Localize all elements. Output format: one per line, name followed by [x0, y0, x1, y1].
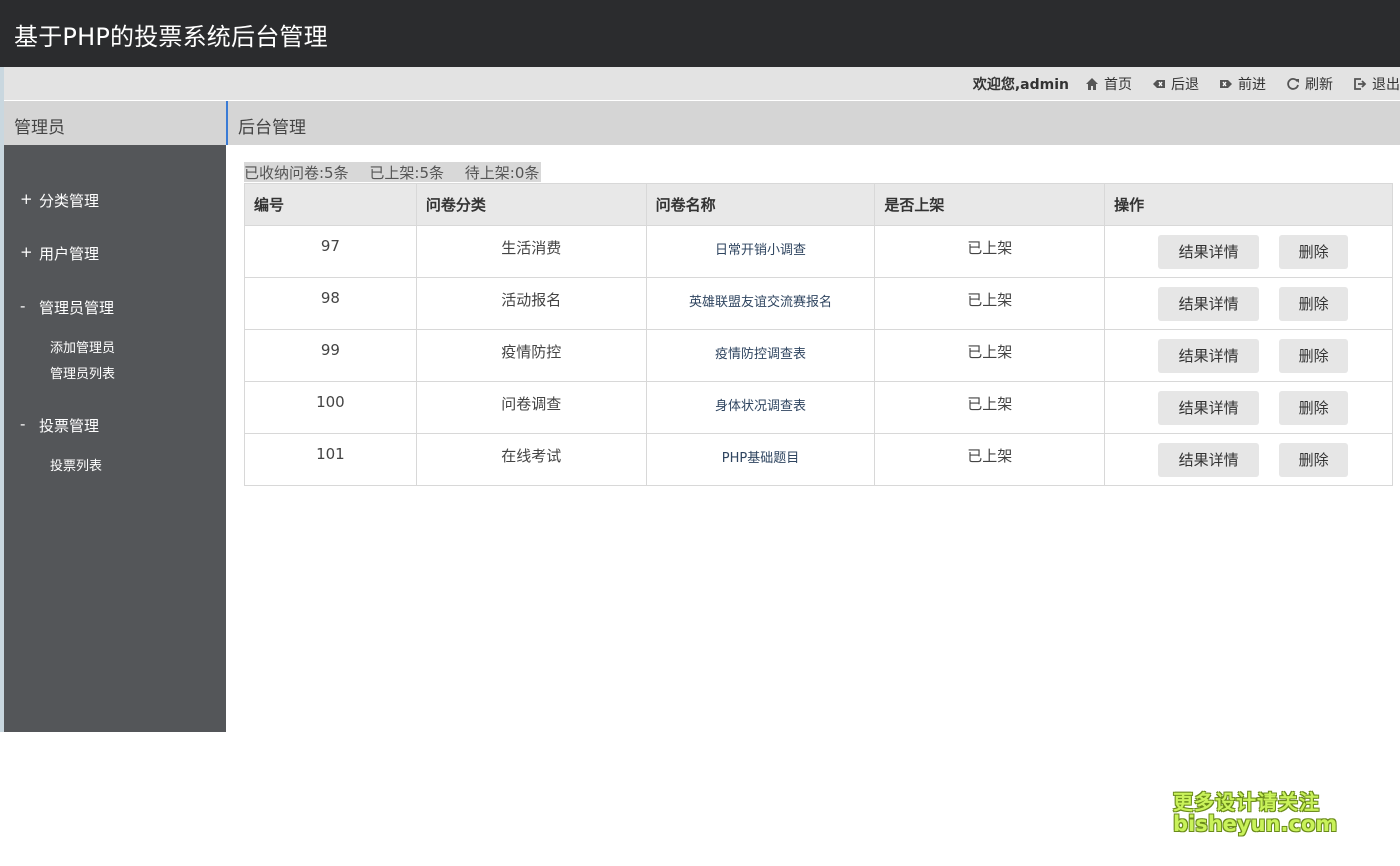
sidebar-heading: 管理员 — [14, 118, 65, 138]
cell-id: 101 — [244, 433, 417, 486]
back-icon — [1153, 79, 1165, 88]
column-header-actions: 操作 — [1104, 183, 1393, 226]
logout-link[interactable]: 退出 — [1353, 74, 1400, 94]
delete-button[interactable]: 删除 — [1279, 287, 1349, 321]
watermark-line1: 更多设计请关注 — [1173, 790, 1320, 814]
cell-category: 问卷调查 — [415, 381, 647, 434]
cell-id: 97 — [244, 225, 417, 278]
back-link-label: 后退 — [1171, 76, 1199, 93]
sidebar: + 分类管理 + 用户管理 - 管理员管理 添加管理员 管理员列表 - 投票管理… — [4, 145, 226, 732]
cell-actions: 结果详情 删除 — [1104, 329, 1393, 382]
cell-status: 已上架 — [874, 225, 1106, 278]
table-row: 98 活动报名 英雄联盟友谊交流赛报名 已上架 结果详情 删除 — [244, 277, 1393, 330]
expand-icon: + — [20, 243, 33, 261]
main-header: 后台管理 — [226, 101, 1400, 145]
sidebar-header: 管理员 — [4, 101, 226, 145]
sidebar-subitem-vote-list[interactable]: 投票列表 — [50, 455, 102, 474]
survey-table: 编号 问卷分类 问卷名称 是否上架 操作 97 生活消费 日常开销小调查 已上架… — [244, 183, 1393, 486]
collapse-icon: - — [20, 415, 26, 433]
sidebar-item-label: 用户管理 — [39, 245, 100, 263]
cell-category: 生活消费 — [415, 225, 647, 278]
result-detail-button[interactable]: 结果详情 — [1158, 339, 1260, 373]
cell-name: 日常开销小调查 — [645, 225, 876, 278]
cell-name: PHP基础题目 — [645, 433, 876, 486]
cell-id: 100 — [244, 381, 417, 434]
cell-name: 疫情防控调查表 — [645, 329, 876, 382]
logout-link-label: 退出 — [1372, 76, 1400, 93]
stat-published: 已上架:5条 — [369, 164, 444, 182]
cell-status: 已上架 — [874, 381, 1106, 434]
cell-actions: 结果详情 删除 — [1104, 381, 1393, 434]
forward-link-label: 前进 — [1238, 76, 1266, 93]
app-title: 基于PHP的投票系统后台管理 — [14, 23, 328, 51]
home-link[interactable]: 首页 — [1085, 74, 1132, 94]
watermark: 更多设计请关注 bisheyun.com — [1173, 791, 1337, 836]
table-header-row: 编号 问卷分类 问卷名称 是否上架 操作 — [244, 183, 1393, 226]
result-detail-button[interactable]: 结果详情 — [1158, 443, 1260, 477]
expand-icon: + — [20, 190, 33, 208]
back-link[interactable]: 后退 — [1152, 74, 1199, 94]
column-header-name: 问卷名称 — [645, 183, 876, 226]
stats-bar: 已收纳问卷:5条 已上架:5条 待上架:0条 — [244, 162, 542, 182]
welcome-text: 欢迎您,admin — [972, 76, 1069, 93]
forward-icon — [1220, 79, 1232, 88]
sidebar-item-category[interactable]: + 分类管理 — [20, 190, 99, 211]
table-row: 100 问卷调查 身体状况调查表 已上架 结果详情 删除 — [244, 381, 1393, 434]
stat-pending: 待上架:0条 — [464, 164, 540, 182]
column-header-id: 编号 — [244, 183, 417, 226]
refresh-link[interactable]: 刷新 — [1286, 74, 1333, 94]
table-row: 97 生活消费 日常开销小调查 已上架 结果详情 删除 — [244, 225, 1393, 278]
delete-button[interactable]: 删除 — [1279, 443, 1349, 477]
sidebar-subitem-add-admin[interactable]: 添加管理员 — [50, 337, 115, 356]
refresh-link-label: 刷新 — [1305, 76, 1333, 93]
delete-button[interactable]: 删除 — [1279, 235, 1349, 269]
sidebar-item-users[interactable]: + 用户管理 — [20, 243, 99, 264]
top-nav-bar: 欢迎您,admin 首页 后退 前进 刷新 退出 — [0, 67, 1400, 100]
result-detail-button[interactable]: 结果详情 — [1158, 391, 1260, 425]
cell-id: 98 — [244, 277, 417, 330]
cell-id: 99 — [244, 329, 417, 382]
top-nav: 欢迎您,admin 首页 后退 前进 刷新 退出 — [973, 67, 1400, 100]
sidebar-item-votes[interactable]: - 投票管理 — [20, 415, 99, 436]
refresh-icon — [1287, 77, 1299, 90]
cell-status: 已上架 — [874, 433, 1106, 486]
sidebar-item-label: 分类管理 — [39, 192, 100, 210]
cell-category: 活动报名 — [415, 277, 647, 330]
column-header-category: 问卷分类 — [415, 183, 647, 226]
cell-actions: 结果详情 删除 — [1104, 225, 1393, 278]
cell-actions: 结果详情 删除 — [1104, 433, 1393, 486]
cell-status: 已上架 — [874, 329, 1106, 382]
column-header-status: 是否上架 — [874, 183, 1106, 226]
result-detail-button[interactable]: 结果详情 — [1158, 287, 1260, 321]
collapse-icon: - — [20, 297, 26, 315]
home-icon — [1086, 77, 1098, 90]
sidebar-item-label: 管理员管理 — [39, 299, 115, 317]
top-header: 基于PHP的投票系统后台管理 — [0, 0, 1400, 67]
sidebar-subitem-admin-list[interactable]: 管理员列表 — [50, 363, 115, 382]
stat-total: 已收纳问卷:5条 — [244, 164, 349, 182]
cell-category: 在线考试 — [415, 433, 647, 486]
cell-name: 身体状况调查表 — [645, 381, 876, 434]
table-row: 101 在线考试 PHP基础题目 已上架 结果详情 删除 — [244, 433, 1393, 486]
sidebar-item-label: 投票管理 — [39, 417, 100, 435]
cell-status: 已上架 — [874, 277, 1106, 330]
watermark-line2: bisheyun.com — [1173, 812, 1338, 836]
sidebar-item-admins[interactable]: - 管理员管理 — [20, 297, 114, 318]
result-detail-button[interactable]: 结果详情 — [1158, 235, 1260, 269]
cell-name: 英雄联盟友谊交流赛报名 — [645, 277, 876, 330]
delete-button[interactable]: 删除 — [1279, 391, 1349, 425]
cell-actions: 结果详情 删除 — [1104, 277, 1393, 330]
table-row: 99 疫情防控 疫情防控调查表 已上架 结果详情 删除 — [244, 329, 1393, 382]
forward-link[interactable]: 前进 — [1219, 74, 1266, 94]
home-link-label: 首页 — [1104, 76, 1132, 93]
cell-category: 疫情防控 — [415, 329, 647, 382]
logout-icon — [1354, 77, 1367, 90]
main-heading: 后台管理 — [238, 118, 306, 138]
delete-button[interactable]: 删除 — [1279, 339, 1349, 373]
